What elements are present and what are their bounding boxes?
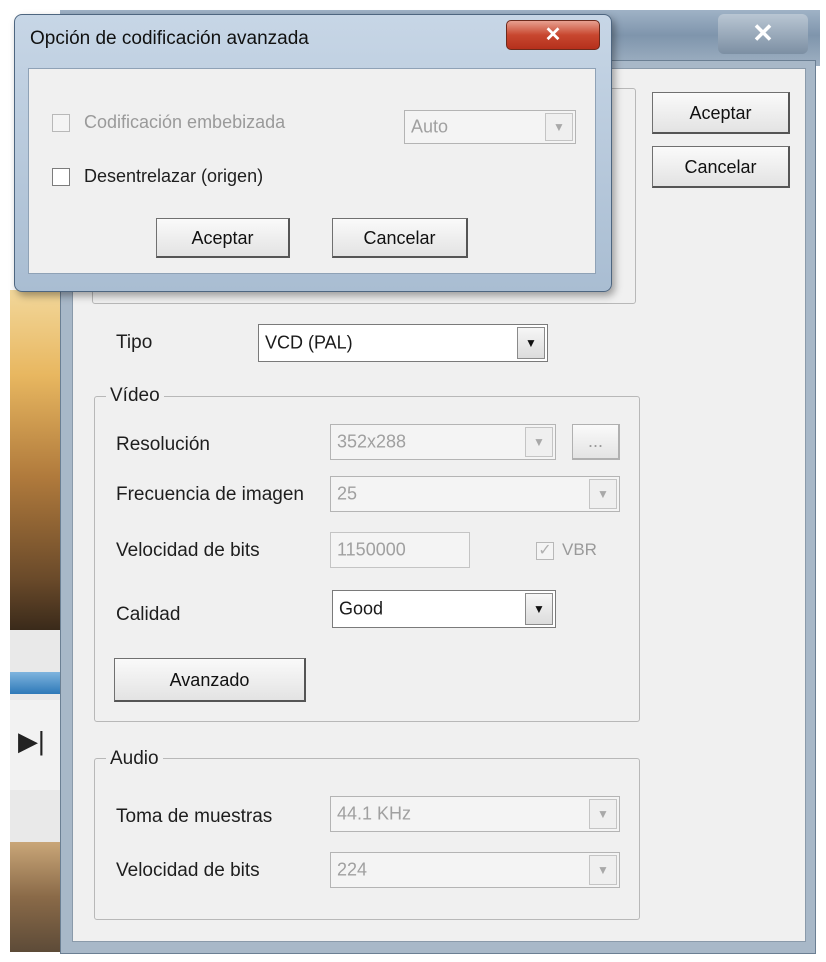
framerate-dropdown[interactable]: 25 ▼ [330, 476, 620, 512]
audio-group-box [94, 758, 640, 920]
main-cancel-button[interactable]: Cancelar [652, 146, 790, 188]
quality-dropdown[interactable]: Good ▼ [332, 590, 556, 628]
deinterlace-checkbox-icon[interactable] [52, 168, 70, 186]
resolution-more-button[interactable]: ... [572, 424, 620, 460]
vbr-label: VBR [562, 540, 597, 559]
dialog-close-icon[interactable]: ✕ [506, 20, 600, 50]
type-value: VCD (PAL) [265, 332, 353, 353]
audio-bitrate-value: 224 [337, 859, 368, 880]
dropdown-arrow-icon[interactable]: ▼ [589, 799, 617, 829]
dialog-cancel-button[interactable]: Cancelar [332, 218, 468, 258]
next-track-icon[interactable]: ▶| [18, 726, 45, 757]
vbr-checkbox-icon[interactable]: ✓ [536, 542, 554, 560]
embedded-dropdown[interactable]: Auto ▼ [404, 110, 576, 144]
video-bitrate-label: Velocidad de bits [116, 540, 260, 561]
background-video-frame [10, 290, 64, 630]
video-bitrate-field[interactable]: 1150000 [330, 532, 470, 568]
quality-label: Calidad [116, 604, 181, 625]
dropdown-arrow-icon[interactable]: ▼ [545, 113, 573, 141]
dropdown-arrow-icon[interactable]: ▼ [589, 855, 617, 885]
framerate-label: Frecuencia de imagen [116, 484, 304, 505]
framerate-value: 25 [337, 483, 358, 504]
dropdown-arrow-icon[interactable]: ▼ [517, 327, 545, 359]
samplerate-dropdown[interactable]: 44.1 KHz ▼ [330, 796, 620, 832]
resolution-value: 352x288 [337, 431, 407, 452]
embedded-value: Auto [411, 116, 449, 137]
samplerate-label: Toma de muestras [116, 806, 273, 827]
background-progress-bar [10, 672, 66, 694]
main-ok-button[interactable]: Aceptar [652, 92, 790, 134]
dropdown-arrow-icon[interactable]: ▼ [589, 479, 617, 509]
embedded-checkbox-icon[interactable] [52, 114, 70, 132]
video-bitrate-value: 1150000 [337, 539, 406, 560]
dropdown-arrow-icon[interactable]: ▼ [525, 593, 553, 625]
type-label: Tipo [116, 332, 153, 353]
dropdown-arrow-icon[interactable]: ▼ [525, 427, 553, 457]
resolution-label: Resolución [116, 434, 210, 455]
quality-value: Good [339, 598, 384, 619]
video-group-caption: Vídeo [106, 385, 164, 407]
embedded-label: Codificación embebizada [84, 112, 286, 132]
main-close-icon[interactable]: ✕ [718, 14, 808, 54]
dialog-title: Opción de codificación avanzada [30, 28, 309, 49]
audio-bitrate-dropdown[interactable]: 224 ▼ [330, 852, 620, 888]
audio-bitrate-label: Velocidad de bits [116, 860, 260, 881]
samplerate-value: 44.1 KHz [337, 803, 412, 824]
resolution-dropdown[interactable]: 352x288 ▼ [330, 424, 556, 460]
type-dropdown[interactable]: VCD (PAL) ▼ [258, 324, 548, 362]
background-thumbnail [10, 842, 64, 952]
deinterlace-label: Desentrelazar (origen) [84, 166, 264, 186]
audio-group-caption: Audio [106, 748, 163, 770]
dialog-ok-button[interactable]: Aceptar [156, 218, 290, 258]
advanced-button[interactable]: Avanzado [114, 658, 306, 702]
